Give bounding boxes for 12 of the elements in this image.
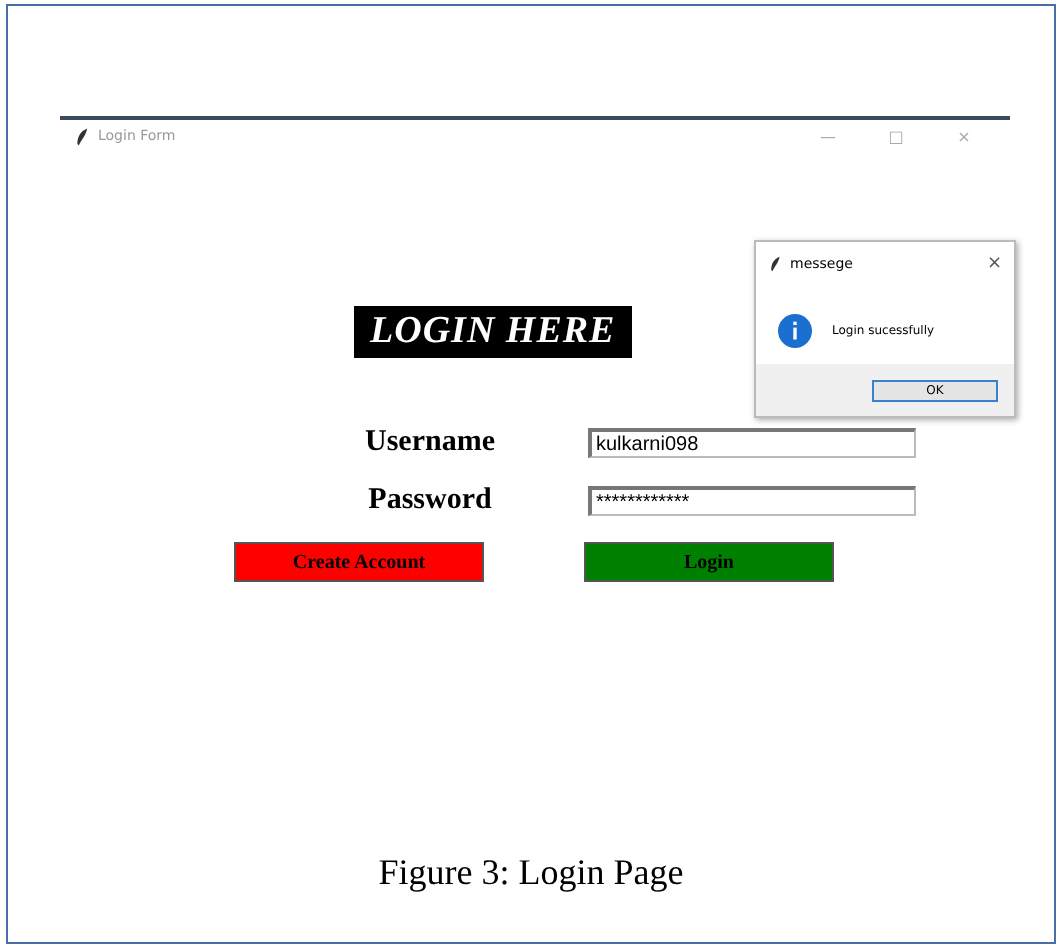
feather-icon	[76, 127, 90, 145]
action-button[interactable]: Login	[584, 542, 834, 582]
field-label: Username	[363, 426, 497, 460]
info-icon	[778, 314, 812, 348]
input-field[interactable]: kulkarni098	[588, 428, 916, 458]
input-field[interactable]: ************	[588, 486, 916, 516]
action-button[interactable]: Create Account	[234, 542, 484, 582]
feather-icon	[770, 256, 782, 272]
login-banner: LOGIN HERE	[354, 306, 632, 358]
figure-caption: Figure 3: Login Page	[376, 852, 686, 894]
close-button[interactable]: ×	[986, 254, 1002, 274]
field-label: Password	[366, 484, 494, 518]
